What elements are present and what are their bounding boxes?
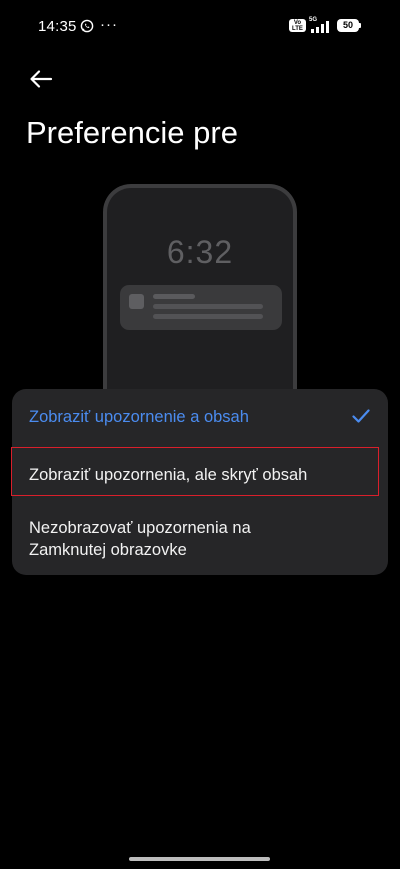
volte-icon: Vo LTE	[289, 19, 306, 32]
lockscreen-preview: 6:32	[103, 184, 297, 399]
signal-bars-icon	[311, 21, 329, 33]
option-hide-all[interactable]: Nezobrazovať upozornenia na Zamknutej ob…	[12, 503, 388, 575]
arrow-left-icon[interactable]	[26, 64, 56, 94]
battery-icon: 50	[337, 19, 359, 32]
status-time: 14:35	[38, 18, 77, 35]
status-bar: 14:35 ··· Vo LTE 5G 50	[0, 0, 400, 52]
option-label: Zobraziť upozornenia, ale skryť obsah	[29, 466, 308, 484]
option-label: Zobraziť upozornenie a obsah	[29, 408, 249, 426]
preview-clock: 6:32	[166, 234, 234, 270]
preview-app-icon	[129, 294, 144, 309]
signal-icon: 5G	[309, 17, 331, 33]
preview-title-line	[153, 294, 195, 299]
notification-options-menu: Zobraziť upozornenie a obsah Zobraziť up…	[11, 389, 388, 575]
option-show-all[interactable]: Zobraziť upozornenie a obsah	[12, 389, 388, 446]
gesture-bar[interactable]	[129, 857, 270, 861]
option-hide-content[interactable]: Zobraziť upozornenia, ale skryť obsah	[11, 446, 388, 503]
more-notifications-icon: ···	[100, 16, 118, 33]
option-label: Nezobrazovať upozornenia na Zamknutej ob…	[29, 519, 251, 559]
check-icon	[352, 409, 370, 423]
page-title: Preferencie pre	[26, 115, 238, 150]
battery-tip	[359, 23, 361, 28]
whatsapp-icon	[80, 19, 94, 33]
preview-text-line	[153, 314, 263, 319]
preview-text-line	[153, 304, 263, 309]
preview-notification	[120, 285, 282, 330]
